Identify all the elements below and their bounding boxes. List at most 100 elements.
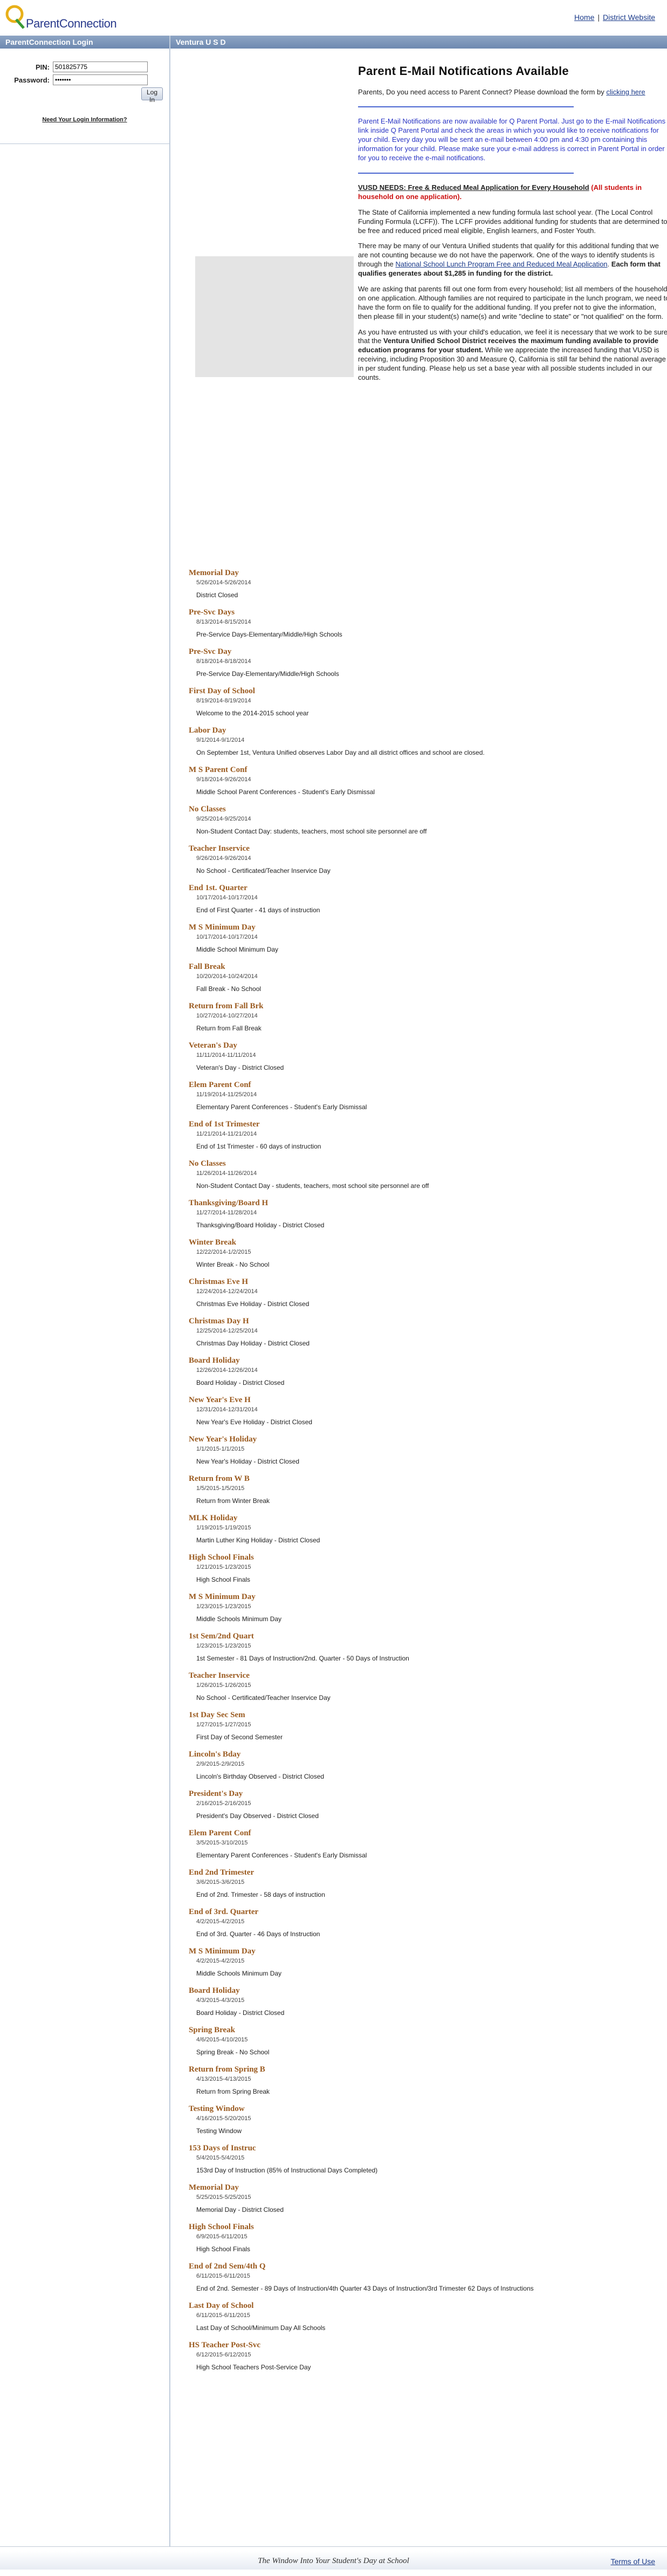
event-description: Testing Window [196, 2127, 242, 2135]
event-description: President's Day Observed - District Clos… [196, 1812, 319, 1820]
event-title: Memorial Day [189, 569, 239, 577]
event-dates: 12/31/2014-12/31/2014 [196, 1406, 258, 1413]
event-description: Middle School Minimum Day [196, 946, 279, 953]
vusd-needs-heading: VUSD NEEDS: Free & Reduced Meal Applicat… [358, 183, 667, 202]
calendar-event: High School Finals 6/9/2015-6/11/2015 High… [189, 2223, 652, 2253]
calendar-event: M S Minimum Day 10/17/2014-10/17/2014 Midd… [189, 923, 652, 953]
calendar-event: President's Day 2/16/2015-2/16/2015 Presid… [189, 1789, 652, 1820]
calendar-event: Christmas Day H 12/25/2014-12/25/2014 Chri… [189, 1317, 652, 1347]
login-sidebar: ParentConnection Login PIN: Password: Lo… [0, 36, 170, 2546]
event-description: Veteran's Day - District Closed [196, 1064, 284, 1071]
event-dates: 6/11/2015-6/11/2015 [196, 2312, 250, 2319]
event-description: Non-Student Contact Day: students, teach… [196, 828, 427, 835]
event-title: Elem Parent Conf [189, 1829, 251, 1837]
event-dates: 12/22/2014-1/2/2015 [196, 1249, 251, 1255]
event-dates: 11/19/2014-11/25/2014 [196, 1091, 257, 1098]
calendar-event: Pre-Svc Day 8/18/2014-8/18/2014 Pre-Servic… [189, 647, 652, 678]
event-description: High School Finals [196, 2245, 251, 2253]
event-description: Fall Break - No School [196, 985, 262, 993]
event-description: Return from Winter Break [196, 1497, 270, 1505]
event-description: District Closed [196, 591, 238, 599]
event-title: Pre-Svc Days [189, 608, 235, 617]
event-description: Pre-Service Days-Elementary/Middle/High … [196, 631, 342, 638]
event-description: 1st Semester - 81 Days of Instruction/2n… [196, 1655, 409, 1662]
event-description: End of 3rd. Quarter - 46 Days of Instruc… [196, 1930, 320, 1938]
calendar-event: 153 Days of Instruc 5/4/2015-5/4/2015 153r… [189, 2144, 652, 2174]
calendar-event: End of 3rd. Quarter 4/2/2015-4/2/2015 End … [189, 1908, 652, 1938]
calendar-event: M S Minimum Day 1/23/2015-1/23/2015 Middle… [189, 1593, 652, 1623]
password-input[interactable] [53, 74, 148, 85]
intro-text: Parents, Do you need access to Parent Co… [358, 87, 604, 96]
event-dates: 10/20/2014-10/24/2014 [196, 973, 258, 980]
pin-row: PIN: [0, 62, 169, 73]
event-description: No School - Certificated/Teacher Inservi… [196, 1694, 331, 1702]
event-description: Board Holiday - District Closed [196, 1379, 285, 1386]
calendar-event: End of 2nd Sem/4th Q 6/11/2015-6/11/2015 E… [189, 2262, 652, 2292]
event-title: Memorial Day [189, 2183, 239, 2192]
maximum-funding-paragraph: As you have entrusted us with your child… [358, 328, 667, 382]
event-description: New Year's Holiday - District Closed [196, 1458, 300, 1465]
event-dates: 4/13/2015-4/13/2015 [196, 2076, 251, 2082]
calendar-event: Testing Window 4/16/2015-5/20/2015 Testing… [189, 2104, 652, 2135]
event-dates: 6/11/2015-6/11/2015 [196, 2273, 250, 2279]
download-form-link[interactable]: clicking here [606, 88, 645, 96]
event-dates: 1/27/2015-1/27/2015 [196, 1721, 251, 1728]
funding-text-end: . [607, 260, 610, 269]
event-description: Elementary Parent Conferences - Student'… [196, 1851, 367, 1859]
calendar-event: New Year's Holiday 1/1/2015-1/1/2015 New Y… [189, 1435, 652, 1465]
q-logo-icon [5, 5, 25, 29]
calendar-event: End of 1st Trimester 11/21/2014-11/21/201… [189, 1120, 652, 1150]
event-title: Christmas Eve H [189, 1277, 248, 1286]
event-description: Middle Schools Minimum Day [196, 1615, 282, 1623]
pin-label: PIN: [36, 63, 50, 71]
district-title: Ventura U S D [170, 36, 667, 49]
login-button[interactable]: Log In [141, 87, 163, 104]
event-dates: 1/19/2015-1/19/2015 [196, 1525, 251, 1531]
event-title: Elem Parent Conf [189, 1081, 251, 1089]
email-notice: Parent E-Mail Notifications are now avai… [358, 117, 666, 162]
home-link[interactable]: Home [574, 13, 594, 22]
event-dates: 1/23/2015-1/23/2015 [196, 1603, 251, 1610]
top-links: Home | District Website [574, 13, 655, 22]
event-title: First Day of School [189, 687, 255, 695]
event-description: Non-Student Contact Day - students, teac… [196, 1182, 429, 1190]
event-description: Christmas Eve Holiday - District Closed [196, 1300, 310, 1308]
divider [358, 172, 574, 174]
event-title: End of 2nd Sem/4th Q [189, 2262, 266, 2271]
event-title: Teacher Inservice [189, 1671, 250, 1680]
event-description: Welcome to the 2014-2015 school year [196, 709, 309, 717]
event-title: Labor Day [189, 726, 226, 735]
password-row: Password: [0, 74, 169, 86]
event-description: High School Teachers Post-Service Day [196, 2363, 311, 2371]
event-title: Lincoln's Bday [189, 1750, 241, 1759]
pin-input[interactable] [53, 62, 148, 72]
event-description: Pre-Service Day-Elementary/Middle/High S… [196, 670, 339, 678]
event-dates: 4/6/2015-4/10/2015 [196, 2037, 248, 2043]
event-dates: 1/21/2015-1/23/2015 [196, 1564, 251, 1570]
event-title: 1st Sem/2nd Quart [189, 1632, 254, 1641]
event-dates: 1/5/2015-1/5/2015 [196, 1485, 245, 1492]
meal-application-link[interactable]: National School Lunch Program Free and R… [395, 260, 607, 268]
need-login-info-link[interactable]: Need Your Login Information? [42, 117, 127, 123]
calendar-event: Memorial Day 5/26/2014-5/26/2014 District … [189, 569, 652, 599]
event-title: No Classes [189, 1159, 226, 1168]
event-dates: 12/25/2014-12/25/2014 [196, 1328, 258, 1334]
event-dates: 6/9/2015-6/11/2015 [196, 2233, 247, 2240]
password-label: Password: [14, 76, 50, 84]
district-website-link[interactable]: District Website [603, 13, 655, 22]
calendar-event: MLK Holiday 1/19/2015-1/19/2015 Martin Lut… [189, 1514, 652, 1544]
event-description: Return from Spring Break [196, 2088, 270, 2095]
terms-of-use-link[interactable]: Terms of Use [611, 2557, 655, 2566]
event-title: M S Minimum Day [189, 1947, 256, 1956]
event-description: First Day of Second Semester [196, 1733, 283, 1741]
calendar-event: M S Minimum Day 4/2/2015-4/2/2015 Middle S… [189, 1947, 652, 1977]
calendar-event: Fall Break 10/20/2014-10/24/2014 Fall Brea… [189, 962, 652, 993]
announcement-text: Parent E-Mail Notifications Available Pa… [358, 64, 667, 389]
event-dates: 12/24/2014-12/24/2014 [196, 1288, 258, 1295]
event-title: M S Minimum Day [189, 923, 256, 932]
event-dates: 6/12/2015-6/12/2015 [196, 2352, 251, 2358]
event-dates: 11/21/2014-11/21/2014 [196, 1131, 257, 1137]
event-dates: 4/3/2015-4/3/2015 [196, 1997, 245, 2004]
event-description: High School Finals [196, 1576, 251, 1583]
calendar-event: Pre-Svc Days 8/13/2014-8/15/2014 Pre-Servi… [189, 608, 652, 638]
